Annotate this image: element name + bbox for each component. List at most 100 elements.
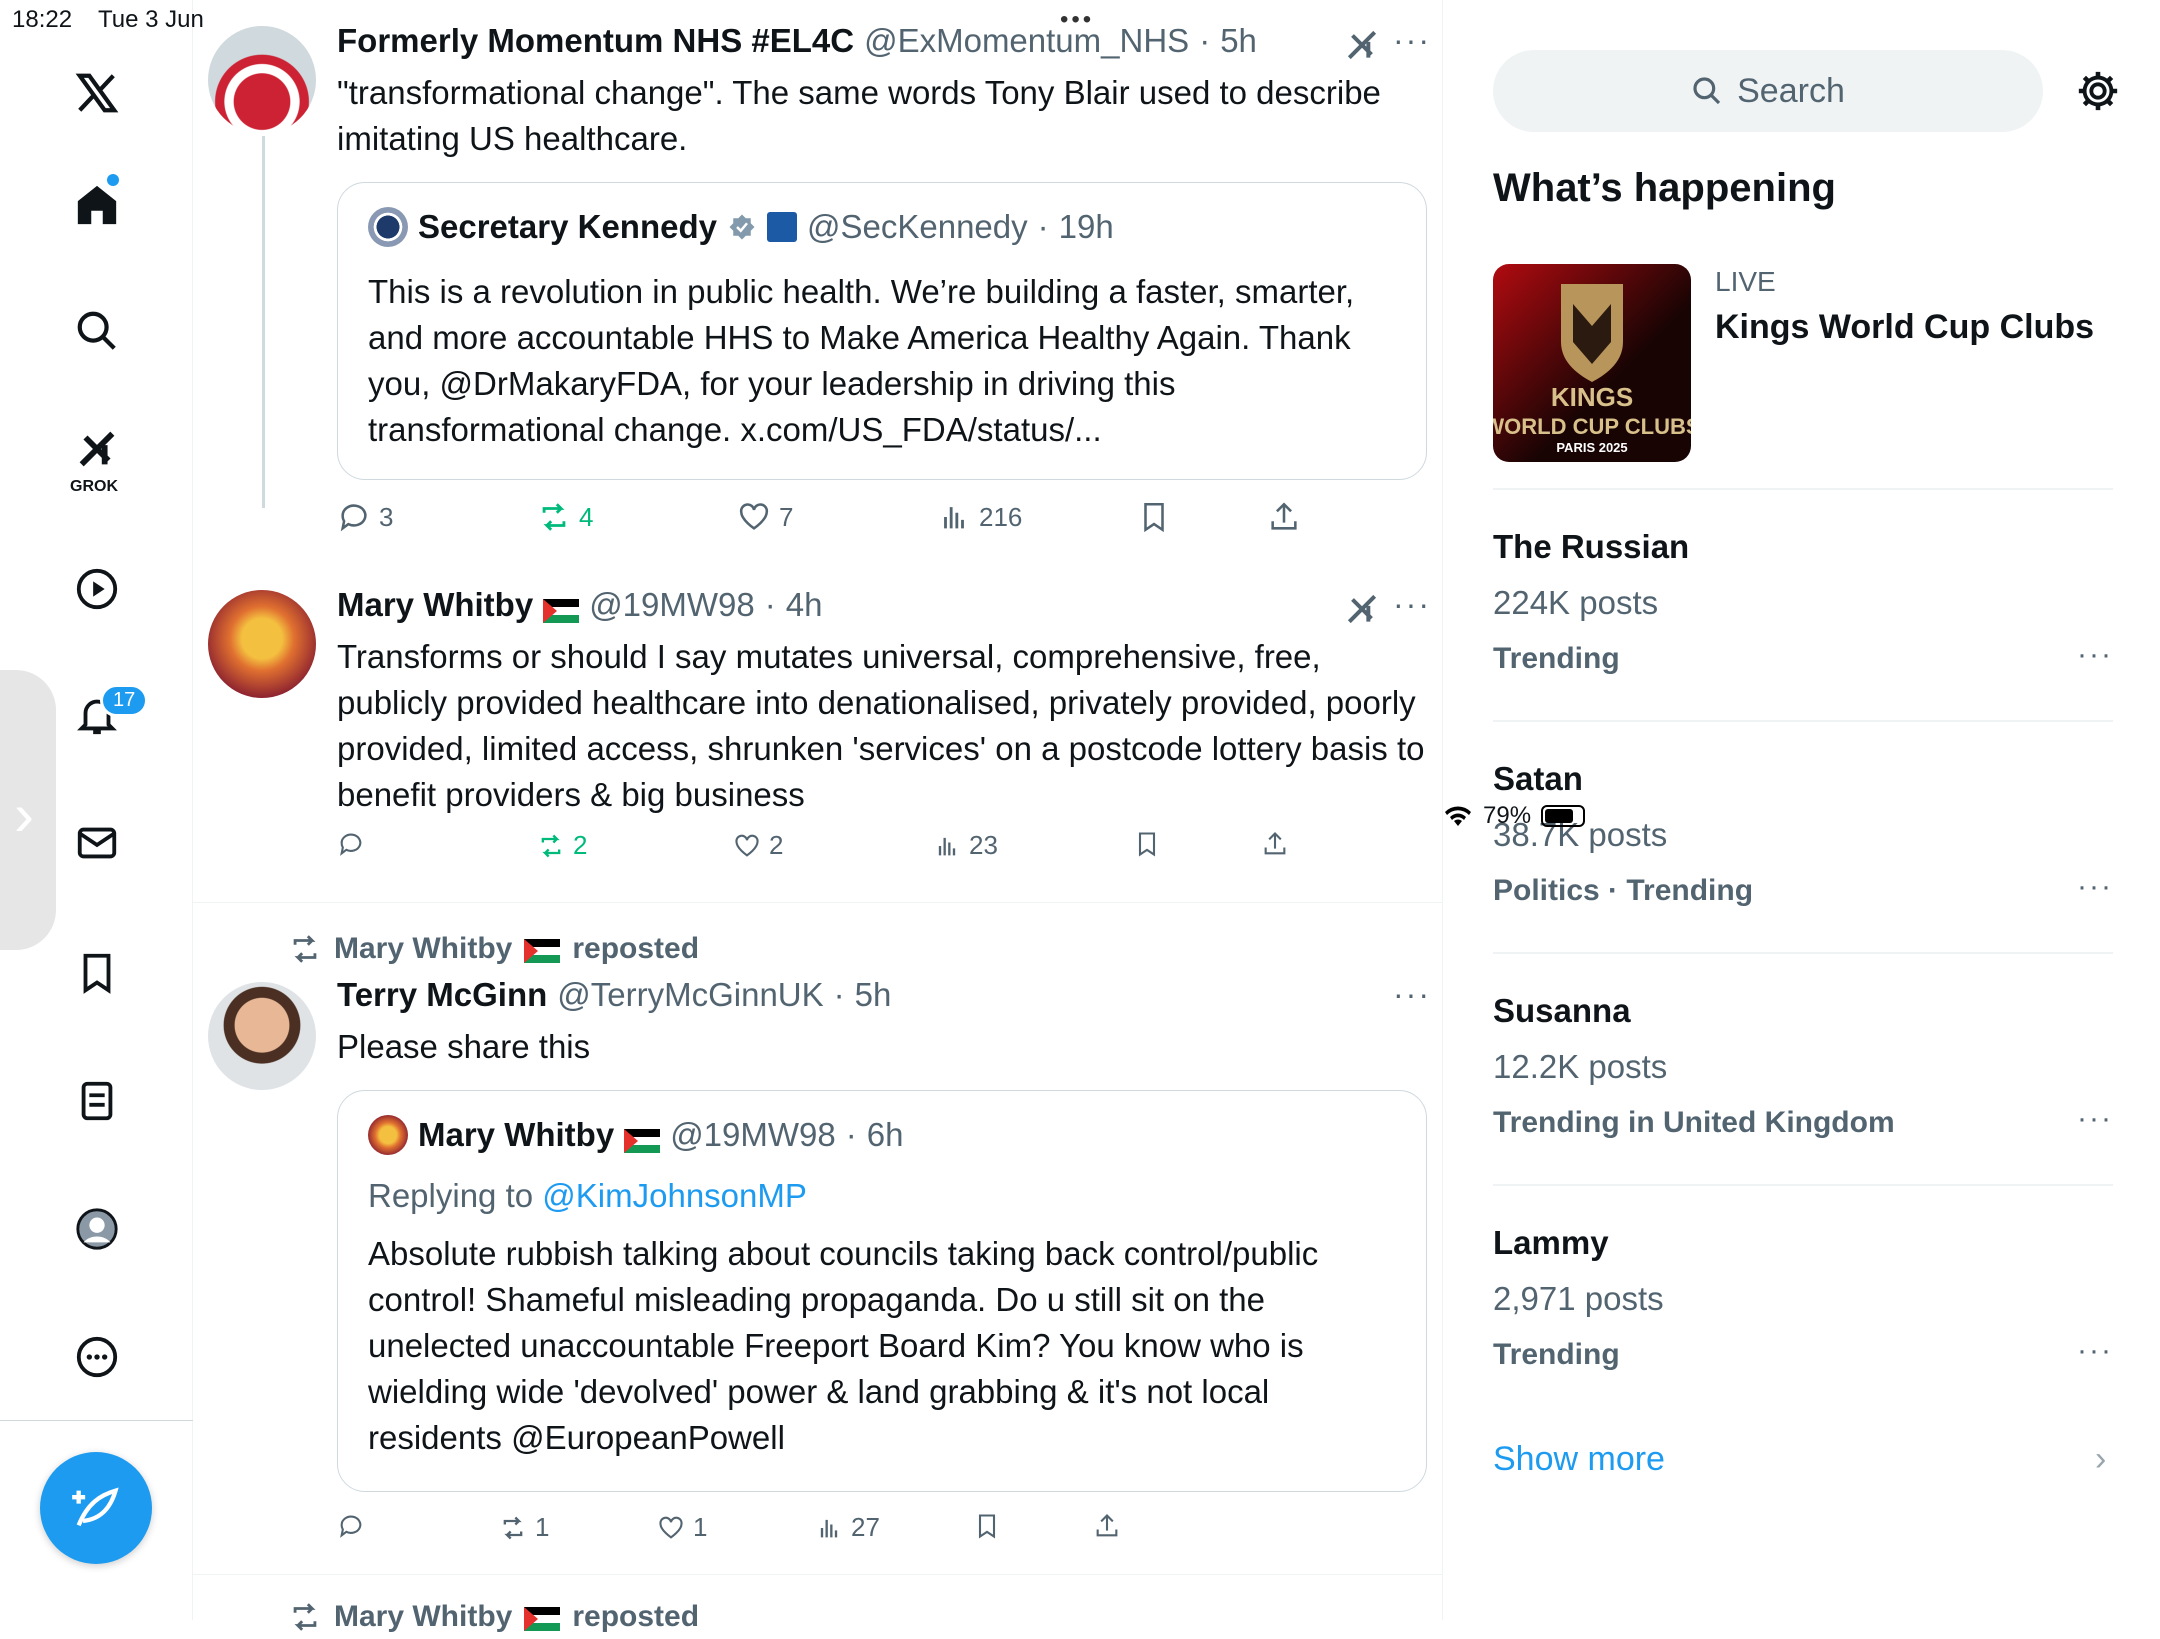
views-count: 216	[979, 501, 1023, 532]
tweet-more-icon[interactable]: ···	[1393, 976, 1431, 1013]
bookmark-button[interactable]	[973, 1512, 1001, 1540]
views-chart-icon	[944, 507, 964, 529]
replying-to-handle[interactable]: @KimJohnsonMP	[542, 1177, 807, 1214]
nav-divider	[0, 1420, 193, 1421]
more-options-icon[interactable]	[68, 1328, 126, 1386]
quote-text: This is a revolution in public health. W…	[368, 273, 1355, 448]
bookmark-button[interactable]	[1133, 830, 1161, 858]
repost-icon	[503, 1516, 523, 1539]
tweet-time[interactable]: 5h	[855, 976, 892, 1014]
share-button[interactable]	[1261, 830, 1289, 858]
status-bar: 18:22 Tue 3 Jun ••• 79%	[0, 0, 2160, 829]
sidebar-expand-handle[interactable]: ›	[0, 670, 56, 950]
profile-avatar-icon[interactable]	[68, 1200, 126, 1258]
reposted-by-name: Mary Whitby	[334, 932, 513, 965]
tweet-header: Mary Whitby @19MW98 · 4h	[337, 586, 823, 624]
grok-explain-icon[interactable]	[1343, 590, 1381, 628]
home-notification-dot	[107, 174, 119, 186]
affiliation-badge-icon	[766, 212, 797, 242]
reply-button[interactable]	[337, 830, 373, 858]
reposted-by-name: Mary Whitby	[334, 1600, 513, 1633]
tweet-header: Terry McGinn @TerryMcGinnUK · 5h	[337, 976, 892, 1014]
status-time: 18:22	[12, 6, 73, 33]
tweet-divider	[193, 902, 1443, 903]
bookmark-icon	[1144, 502, 1164, 533]
repost-icon	[293, 1603, 317, 1631]
reposted-label: reposted	[572, 1600, 700, 1633]
quote-avatar	[368, 1115, 408, 1155]
bookmark-icon	[1138, 832, 1156, 857]
status-right: 79%	[1443, 6, 2160, 1626]
quote-time: 19h	[1058, 208, 1114, 245]
author-name[interactable]: Terry McGinn	[337, 976, 547, 1014]
replying-to-prefix: Replying to	[368, 1177, 534, 1214]
thread-connector	[262, 136, 265, 508]
like-count: 2	[769, 830, 784, 860]
like-button[interactable]: 2	[733, 830, 783, 861]
video-play-icon[interactable]	[68, 560, 126, 618]
views-button[interactable]: 216	[937, 500, 1022, 534]
share-icon	[1264, 832, 1286, 855]
repost-icon	[293, 935, 317, 963]
views-chart-icon	[820, 1519, 838, 1537]
lists-icon[interactable]	[68, 1072, 126, 1130]
palestine-flag-icon	[543, 593, 580, 623]
views-button[interactable]: 23	[933, 830, 998, 861]
repost-context[interactable]: Mary Whitby reposted	[288, 932, 699, 966]
reply-button[interactable]: 3	[337, 500, 393, 534]
repost-button[interactable]: 4	[537, 500, 593, 534]
reply-count: 3	[379, 501, 394, 532]
messages-mail-icon[interactable]	[68, 814, 126, 872]
views-chart-icon	[938, 837, 956, 855]
home-icon[interactable]	[68, 176, 126, 234]
author-name[interactable]: Mary Whitby	[337, 586, 533, 624]
bookmark-button[interactable]	[1137, 500, 1171, 534]
x-logo-icon[interactable]	[68, 64, 126, 122]
quote-header: Mary Whitby @19MW98 · 6h	[368, 1115, 903, 1155]
views-button[interactable]: 27	[815, 1512, 880, 1543]
share-button[interactable]	[1093, 1512, 1121, 1540]
quoted-tweet[interactable]: Mary Whitby @19MW98 · 6h Replying to @Ki…	[337, 1090, 1427, 1492]
quote-text: Absolute rubbish talking about councils …	[368, 1235, 1319, 1456]
share-icon	[1271, 502, 1297, 530]
quoted-tweet[interactable]: Secretary Kennedy @SecKennedy · 19h This…	[337, 182, 1427, 480]
tweet-more-icon[interactable]: ···	[1393, 586, 1431, 623]
author-handle[interactable]: @TerryMcGinnUK	[557, 976, 823, 1014]
like-count: 1	[693, 1512, 708, 1542]
replying-to: Replying to @KimJohnsonMP	[368, 1173, 1408, 1219]
compose-feather-icon	[72, 1487, 119, 1527]
heart-icon	[739, 503, 769, 530]
repost-count: 2	[573, 830, 588, 860]
explore-search-icon[interactable]	[68, 302, 126, 360]
repost-context[interactable]: Mary Whitby reposted	[288, 1600, 699, 1634]
like-button[interactable]: 7	[737, 500, 793, 534]
tweet-time[interactable]: 4h	[786, 586, 823, 624]
bookmarks-icon[interactable]	[68, 944, 126, 1002]
chevron-right-icon: ›	[14, 781, 34, 848]
compose-post-button[interactable]	[40, 1452, 152, 1564]
grok-label: GROK	[70, 478, 118, 495]
reply-icon	[340, 833, 362, 856]
share-button[interactable]	[1267, 500, 1301, 534]
timeline: Formerly Momentum NHS #EL4C @ExMomentum_…	[193, 0, 1443, 1633]
author-handle[interactable]: @19MW98	[589, 586, 755, 624]
repost-button[interactable]: 1	[499, 1512, 549, 1543]
like-count: 7	[779, 501, 794, 532]
repost-count: 4	[579, 501, 594, 532]
quote-header: Secretary Kennedy @SecKennedy · 19h	[368, 207, 1114, 247]
reply-button[interactable]	[337, 1512, 373, 1540]
repost-icon	[541, 834, 561, 857]
repost-button[interactable]: 2	[537, 830, 587, 861]
quote-author-name: Secretary Kennedy	[418, 208, 717, 245]
multitasking-dots[interactable]: •••	[1060, 6, 1094, 34]
tweet-avatar[interactable]	[208, 982, 316, 1090]
tweet-text: "transformational change". The same word…	[337, 74, 1381, 157]
like-button[interactable]: 1	[657, 1512, 707, 1543]
tweet-text: Please share this	[337, 1028, 591, 1065]
quote-time: 6h	[866, 1116, 904, 1153]
tweet-avatar[interactable]	[208, 26, 316, 134]
repost-icon	[542, 503, 566, 531]
tweet-avatar[interactable]	[208, 590, 316, 698]
notifications-badge: 17	[100, 684, 149, 717]
grok-icon[interactable]	[68, 420, 126, 478]
